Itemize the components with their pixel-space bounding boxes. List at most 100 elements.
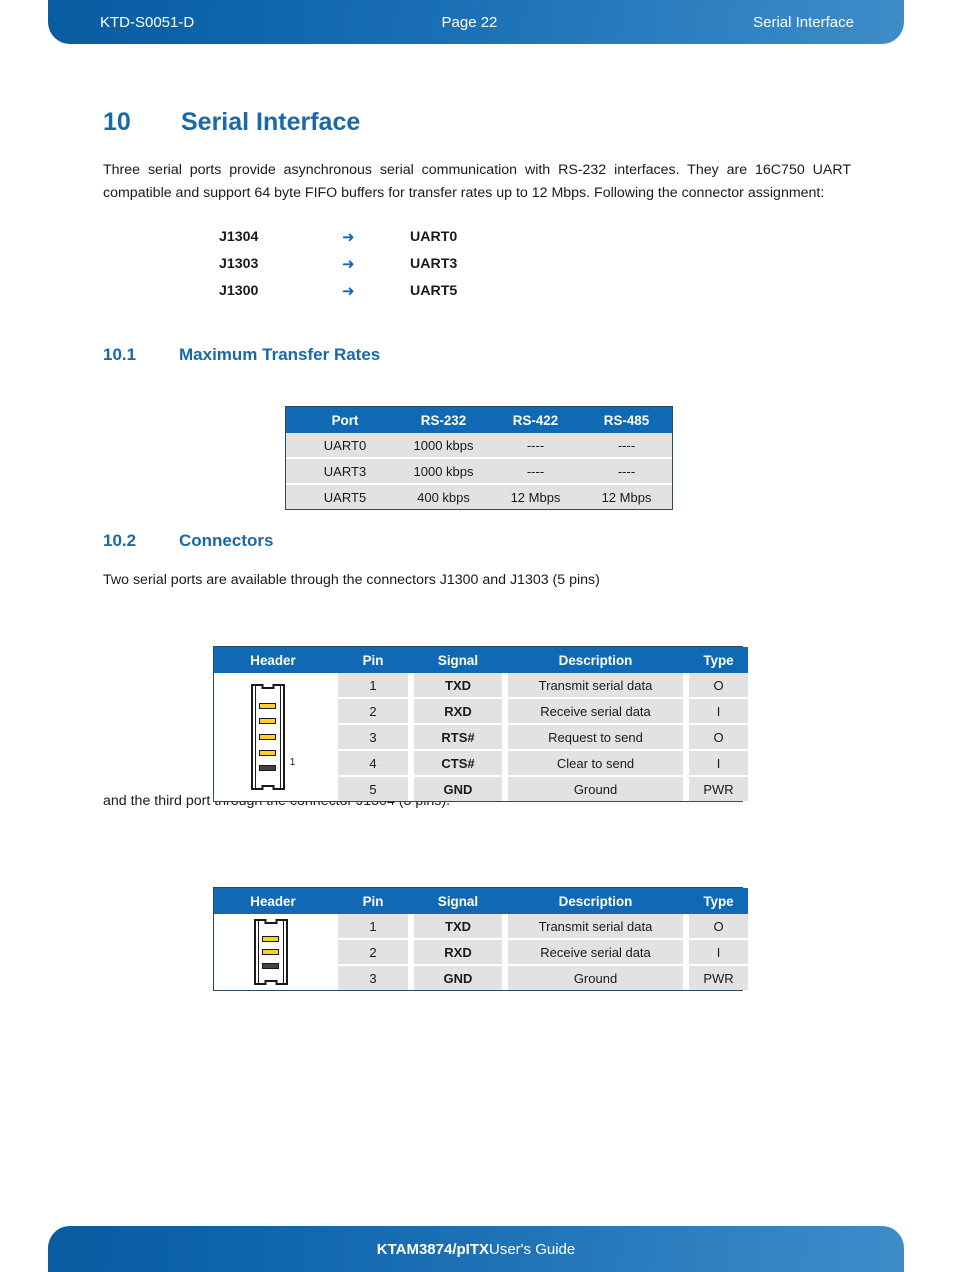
page-footer: KTAM3874/pITX User's Guide — [48, 1226, 904, 1272]
cell-description: Ground — [508, 776, 683, 801]
chapter-intro-paragraph: Three serial ports provide asynchronous … — [103, 162, 851, 202]
cell-port: UART5 — [293, 484, 397, 509]
cell-rs232: 400 kbps — [397, 484, 490, 509]
cell-rs422: ---- — [490, 433, 581, 459]
table-edge-spacer — [286, 407, 293, 433]
table-header-row: Header Pin Signal Description Type — [214, 647, 748, 673]
cell-type: O — [689, 914, 748, 940]
table-header-row: Header Pin Signal Description Type — [214, 888, 748, 914]
column-header-description: Description — [508, 888, 683, 914]
assignment-row: J1304 ➜ UART0 — [103, 223, 851, 250]
assignment-connector: J1304 — [219, 228, 259, 245]
cell-type: O — [689, 724, 748, 751]
header-chapter-name: Serial Interface — [753, 13, 854, 31]
connector-graphic-cell: 1 — [214, 673, 332, 801]
cell-rs422: 12 Mbps — [490, 484, 581, 509]
cell-description: Ground — [508, 965, 683, 990]
pin-contact — [259, 702, 277, 709]
rates-table: Port RS-232 RS-422 RS-485 UART0 1000 kbp… — [286, 407, 672, 509]
cell-rs422: ---- — [490, 458, 581, 485]
connector-inner — [257, 921, 284, 983]
column-header-header: Header — [214, 888, 332, 914]
row-edge-spacer — [286, 458, 293, 485]
cell-signal: TXD — [414, 673, 502, 699]
pin-contact — [259, 749, 277, 756]
section-heading-10-1: 10.1 Maximum Transfer Rates — [103, 345, 851, 365]
row-edge-spacer — [286, 484, 293, 509]
column-header-pin: Pin — [338, 888, 408, 914]
cell-type: I — [689, 698, 748, 725]
chapter-number: 10 — [103, 108, 131, 136]
connector-graphic-cell — [214, 914, 332, 990]
section-number: 10.2 — [103, 531, 137, 551]
chapter-title: Serial Interface — [181, 108, 361, 136]
table-row: UART0 1000 kbps ---- ---- — [286, 433, 672, 459]
connector-inner — [254, 686, 281, 788]
section-title: Maximum Transfer Rates — [179, 345, 381, 365]
cell-pin: 3 — [338, 724, 408, 751]
connector-5pin-table: Header Pin Signal Description Type 1 1 T… — [213, 646, 748, 802]
cell-rs232: 1000 kbps — [397, 433, 490, 459]
table-header-row: Port RS-232 RS-422 RS-485 — [286, 407, 672, 433]
chapter-heading: 10 Serial Interface — [103, 108, 851, 137]
column-header-header: Header — [214, 647, 332, 673]
cell-rs485: ---- — [581, 458, 672, 485]
connector-5pin-icon: 1 — [214, 684, 332, 790]
connector-housing — [250, 684, 285, 790]
cell-type: I — [689, 750, 748, 777]
cell-signal: GND — [414, 965, 502, 990]
table-row: UART5 400 kbps 12 Mbps 12 Mbps — [286, 484, 672, 509]
cell-type: O — [689, 673, 748, 699]
pin-contact-ground — [262, 962, 279, 969]
cell-description: Transmit serial data — [508, 914, 683, 940]
column-header-rs485: RS-485 — [581, 407, 672, 433]
cell-pin: 3 — [338, 965, 408, 990]
assignment-row: J1303 ➜ UART3 — [103, 250, 851, 277]
assignment-row: J1300 ➜ UART5 — [103, 277, 851, 304]
footer-product-name: KTAM3874/pITX — [376, 1240, 489, 1258]
row-edge-spacer — [286, 433, 293, 459]
table-row: 1 1 TXD Transmit serial data O — [214, 673, 748, 801]
cell-pin: 4 — [338, 750, 408, 777]
column-header-type: Type — [689, 647, 748, 673]
assignment-uart: UART0 — [410, 228, 458, 245]
cell-type: PWR — [689, 965, 748, 990]
cell-pin: 1 — [338, 673, 408, 699]
pin-contact — [262, 935, 279, 942]
cell-type: I — [689, 939, 748, 966]
cell-port: UART3 — [293, 458, 397, 485]
column-header-pin: Pin — [338, 647, 408, 673]
column-header-signal: Signal — [414, 647, 502, 673]
pin-contact — [259, 733, 277, 740]
section-number: 10.1 — [103, 345, 137, 365]
cell-rs485: 12 Mbps — [581, 484, 672, 509]
assignment-uart: UART5 — [410, 282, 458, 299]
connector-pin1-label: 1 — [289, 757, 296, 768]
arrow-icon: ➜ — [342, 255, 355, 273]
column-header-type: Type — [689, 888, 748, 914]
cell-signal: RXD — [414, 939, 502, 966]
cell-port: UART0 — [293, 433, 397, 459]
page-header: KTD-S0051-D Page 22 Serial Interface — [48, 0, 904, 44]
table-row: 1 TXD Transmit serial data O — [214, 914, 748, 990]
cell-pin: 2 — [338, 939, 408, 966]
cell-pin: 2 — [338, 698, 408, 725]
column-header-signal: Signal — [414, 888, 502, 914]
pin-contact-ground — [259, 765, 277, 772]
cell-description: Request to send — [508, 724, 683, 751]
connector-assignment-list: J1304 ➜ UART0 J1303 ➜ UART3 J1300 ➜ UART… — [103, 223, 851, 304]
section-heading-10-2: 10.2 Connectors — [103, 531, 851, 551]
pin-contact — [259, 718, 277, 725]
cell-description: Transmit serial data — [508, 673, 683, 699]
pin-contact — [262, 949, 279, 955]
connectors-intro-5pin: Two serial ports are available through t… — [103, 572, 600, 589]
section-title: Connectors — [179, 531, 274, 551]
cell-signal: CTS# — [414, 750, 502, 777]
assignment-uart: UART3 — [410, 255, 458, 272]
header-doc-id: KTD-S0051-D — [100, 13, 195, 31]
pinout-table-3pin: Header Pin Signal Description Type 1 TXD… — [214, 888, 748, 990]
cell-rs485: ---- — [581, 433, 672, 459]
connector-3pin-table: Header Pin Signal Description Type 1 TXD… — [213, 887, 748, 991]
pinout-table-5pin: Header Pin Signal Description Type 1 1 T… — [214, 647, 748, 801]
cell-type: PWR — [689, 776, 748, 801]
